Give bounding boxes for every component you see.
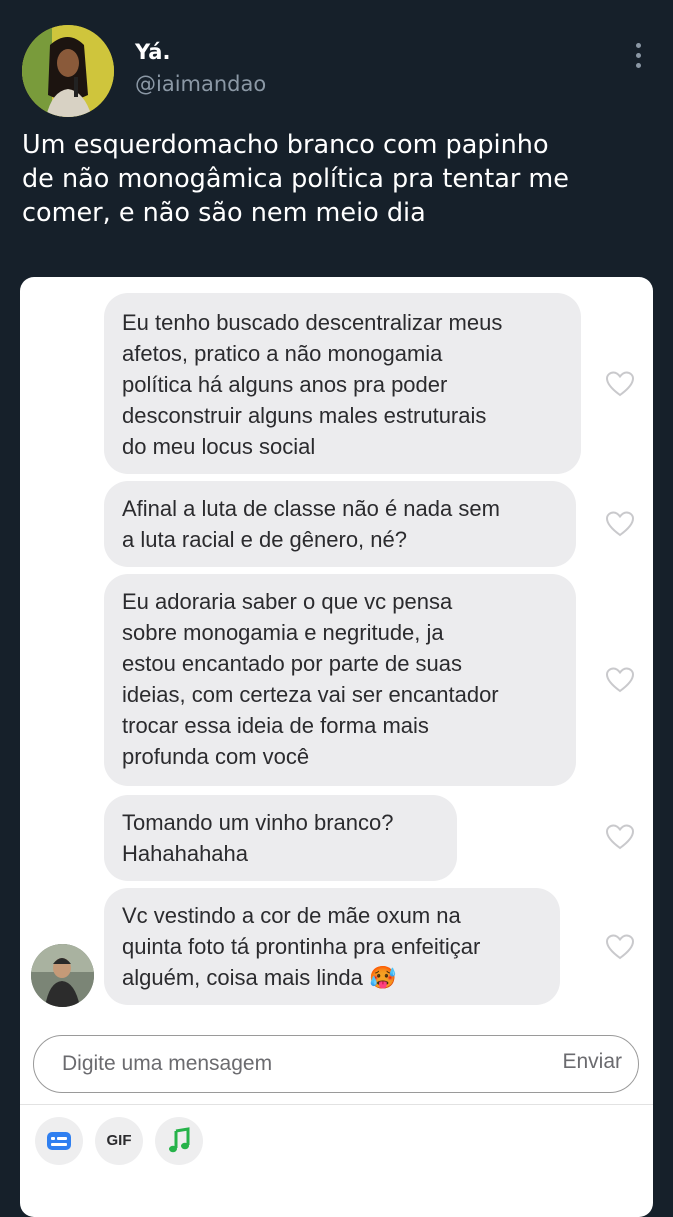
gif-label: GIF bbox=[106, 1132, 132, 1149]
message-composer: Enviar bbox=[33, 1035, 639, 1093]
gif-button[interactable]: GIF bbox=[95, 1117, 143, 1165]
music-note-icon bbox=[169, 1127, 190, 1153]
heart-icon[interactable] bbox=[605, 370, 635, 398]
heart-icon[interactable] bbox=[605, 666, 635, 694]
divider bbox=[20, 1104, 653, 1105]
music-button[interactable] bbox=[155, 1117, 203, 1165]
heart-icon[interactable] bbox=[605, 823, 635, 851]
chat-message: Eu adoraria saber o que vc pensa sobre m… bbox=[104, 574, 576, 786]
chat-message: Eu tenho buscado descentralizar meus afe… bbox=[104, 293, 581, 474]
chat-message: Tomando um vinho branco? Hahahahaha bbox=[104, 795, 457, 881]
chat-screenshot: Eu tenho buscado descentralizar meus afe… bbox=[20, 277, 653, 1217]
tweet-header: Yá. @iaimandao bbox=[0, 0, 673, 120]
message-card-icon bbox=[47, 1132, 71, 1150]
more-options-icon[interactable] bbox=[628, 40, 648, 74]
heart-icon[interactable] bbox=[605, 510, 635, 538]
send-button[interactable]: Enviar bbox=[562, 1050, 622, 1074]
author-avatar[interactable] bbox=[22, 25, 114, 117]
chat-message: Vc vestindo a cor de mãe oxum na quinta … bbox=[104, 888, 560, 1005]
heart-icon[interactable] bbox=[605, 933, 635, 961]
sender-avatar[interactable] bbox=[31, 944, 94, 1007]
chat-message: Afinal a luta de classe não é nada sem a… bbox=[104, 481, 576, 567]
author-display-name[interactable]: Yá. bbox=[135, 40, 170, 64]
author-handle[interactable]: @iaimandao bbox=[135, 72, 266, 96]
sticker-button[interactable] bbox=[35, 1117, 83, 1165]
tweet-text: Um esquerdomacho branco com papinho de n… bbox=[22, 130, 569, 228]
message-input[interactable] bbox=[62, 1050, 502, 1078]
